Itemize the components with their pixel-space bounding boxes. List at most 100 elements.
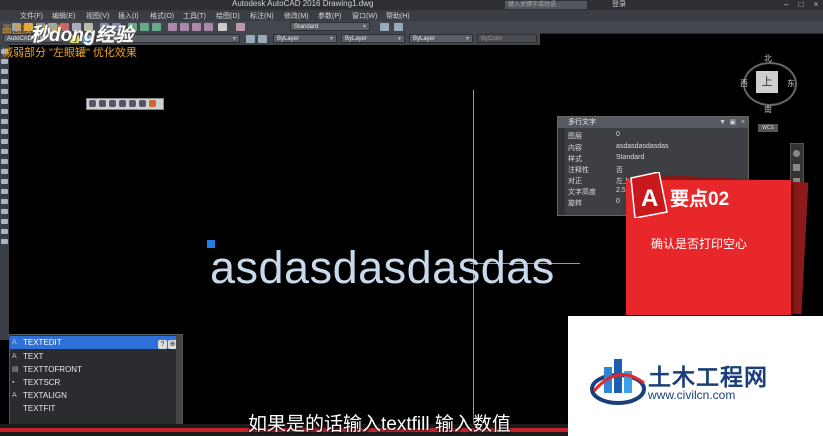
minimize-icon[interactable]: – — [780, 0, 792, 9]
erase-icon[interactable] — [139, 100, 146, 107]
property-key: 旋转 — [568, 200, 582, 207]
insert-block-icon[interactable] — [1, 159, 8, 164]
tool-palettes-icon[interactable] — [192, 23, 201, 31]
chevron-down-icon[interactable]: ▼ — [719, 117, 726, 128]
point-icon[interactable] — [1, 179, 8, 184]
draw-toolbar — [0, 45, 9, 340]
plotstyle-combo[interactable]: ByColor — [477, 34, 537, 43]
autocad-logo-icon: A — [630, 172, 668, 218]
close-icon[interactable]: × — [810, 0, 822, 9]
menu-format[interactable]: 格式(O) — [150, 11, 174, 21]
command-label: TEXTSCR — [23, 378, 61, 387]
command-label: TEXT — [23, 352, 44, 361]
close-icon[interactable]: × — [741, 117, 745, 128]
menu-dimension[interactable]: 标注(N) — [250, 11, 274, 21]
wcs-menu[interactable]: WCS — [758, 124, 778, 132]
sheet-set-icon[interactable] — [204, 23, 213, 31]
scale-icon[interactable] — [119, 100, 126, 107]
lineweight-combo[interactable]: ByLayer ▼ — [409, 34, 473, 43]
command-suggestion[interactable]: A TEXTALIGN — [10, 389, 182, 402]
scrollbar[interactable] — [176, 335, 182, 425]
property-key: 对正 — [568, 178, 582, 185]
polyline-icon[interactable] — [1, 69, 8, 74]
properties-side-strip — [558, 128, 565, 215]
copy-object-icon[interactable] — [99, 100, 106, 107]
menu-modify[interactable]: 修改(M) — [284, 11, 309, 21]
search-input[interactable]: 键入关键字或短语 — [505, 1, 587, 9]
command-suggestion[interactable]: ▤ TEXTTOFRONT — [10, 363, 182, 376]
gradient-icon[interactable] — [1, 199, 8, 204]
help-icon[interactable] — [218, 23, 227, 31]
zoom-icon[interactable] — [140, 23, 149, 31]
menu-help[interactable]: 帮助(H) — [386, 11, 410, 21]
command-suggestion[interactable]: A TEXTEDIT ? ⊕ — [10, 336, 182, 349]
pan-nav-icon[interactable] — [793, 164, 800, 171]
command-suggestion[interactable]: A TEXT — [10, 350, 182, 363]
text-style-combo[interactable]: Standard ▼ — [290, 22, 370, 31]
video-subtitle: 如果是的话输入textfill 输入数值 — [248, 414, 511, 435]
property-value: 否 — [616, 167, 623, 174]
multiline-text-icon[interactable] — [1, 229, 8, 234]
steering-wheel-icon[interactable] — [793, 150, 800, 157]
ellipse-icon[interactable] — [1, 139, 8, 144]
color-combo[interactable]: ByLayer ▼ — [273, 34, 337, 43]
make-block-icon[interactable] — [1, 169, 8, 174]
move-icon[interactable] — [89, 100, 96, 107]
viewcube-top-face[interactable]: 上 — [756, 71, 778, 93]
linetype-value: ByLayer — [345, 36, 368, 42]
command-suggestion[interactable]: TEXTFIT — [10, 402, 182, 415]
sign-in-link[interactable]: 登录 — [612, 0, 626, 9]
command-icon: A — [12, 392, 17, 399]
color-value: ByLayer — [277, 36, 300, 42]
menu-window[interactable]: 窗口(W) — [352, 11, 377, 21]
table-icon[interactable] — [1, 219, 8, 224]
command-suggestion[interactable]: ▪ TEXTSCR — [10, 376, 182, 389]
add-selected-icon[interactable] — [1, 239, 8, 244]
settings-icon[interactable]: ▣ — [729, 117, 736, 128]
property-key: 样式 — [568, 156, 582, 163]
ellipse-arc-icon[interactable] — [1, 149, 8, 154]
layer-previous-icon[interactable] — [258, 35, 267, 43]
menu-parametric[interactable]: 参数(P) — [318, 11, 341, 21]
spline-icon[interactable] — [1, 129, 8, 134]
compass-north[interactable]: 北 — [764, 53, 772, 64]
text-style-icon[interactable] — [236, 23, 245, 31]
key-point-title: 要点02 — [670, 189, 730, 210]
multileader-style-icon[interactable] — [394, 23, 403, 31]
command-icon: A — [12, 339, 17, 346]
chevron-down-icon: ▼ — [397, 36, 402, 42]
linetype-combo[interactable]: ByLayer ▼ — [341, 34, 405, 43]
watermark-url: www.civilcn.com — [648, 388, 736, 402]
paint-icon[interactable] — [149, 100, 156, 107]
revision-cloud-icon[interactable] — [1, 119, 8, 124]
mirror-icon[interactable] — [129, 100, 136, 107]
quick-toolbar — [86, 98, 164, 110]
make-current-icon[interactable] — [246, 35, 255, 43]
compass-east[interactable]: 东 — [787, 78, 795, 89]
rotate-icon[interactable] — [109, 100, 116, 107]
chevron-down-icon: ▼ — [362, 24, 367, 30]
arc-icon[interactable] — [1, 99, 8, 104]
watermark-name: 土木工程网 — [648, 364, 768, 390]
menu-draw[interactable]: 绘图(D) — [216, 11, 240, 21]
region-icon[interactable] — [1, 209, 8, 214]
lineweight-value: ByLayer — [413, 36, 436, 42]
polygon-icon[interactable] — [1, 79, 8, 84]
zoom-window-icon[interactable] — [152, 23, 161, 31]
help-icon[interactable]: ? — [158, 340, 167, 349]
design-center-icon[interactable] — [180, 23, 189, 31]
rectangle-icon[interactable] — [1, 89, 8, 94]
watermark: 土木工程网 www.civilcn.com — [568, 316, 823, 436]
circle-icon[interactable] — [1, 109, 8, 114]
properties-icon[interactable] — [168, 23, 177, 31]
property-value: asdasdasdasdas — [616, 143, 669, 150]
menu-tools[interactable]: 工具(T) — [183, 11, 206, 21]
hatch-icon[interactable] — [1, 189, 8, 194]
compass-south[interactable]: 南 — [764, 104, 772, 115]
command-icon: ▤ — [12, 366, 19, 373]
property-value: 2.5 — [616, 187, 626, 194]
mtext-object[interactable]: asdasdasdasdas — [210, 242, 555, 294]
table-style-icon[interactable] — [380, 23, 389, 31]
compass-west[interactable]: 西 — [740, 78, 748, 89]
maximize-icon[interactable]: □ — [795, 0, 807, 9]
